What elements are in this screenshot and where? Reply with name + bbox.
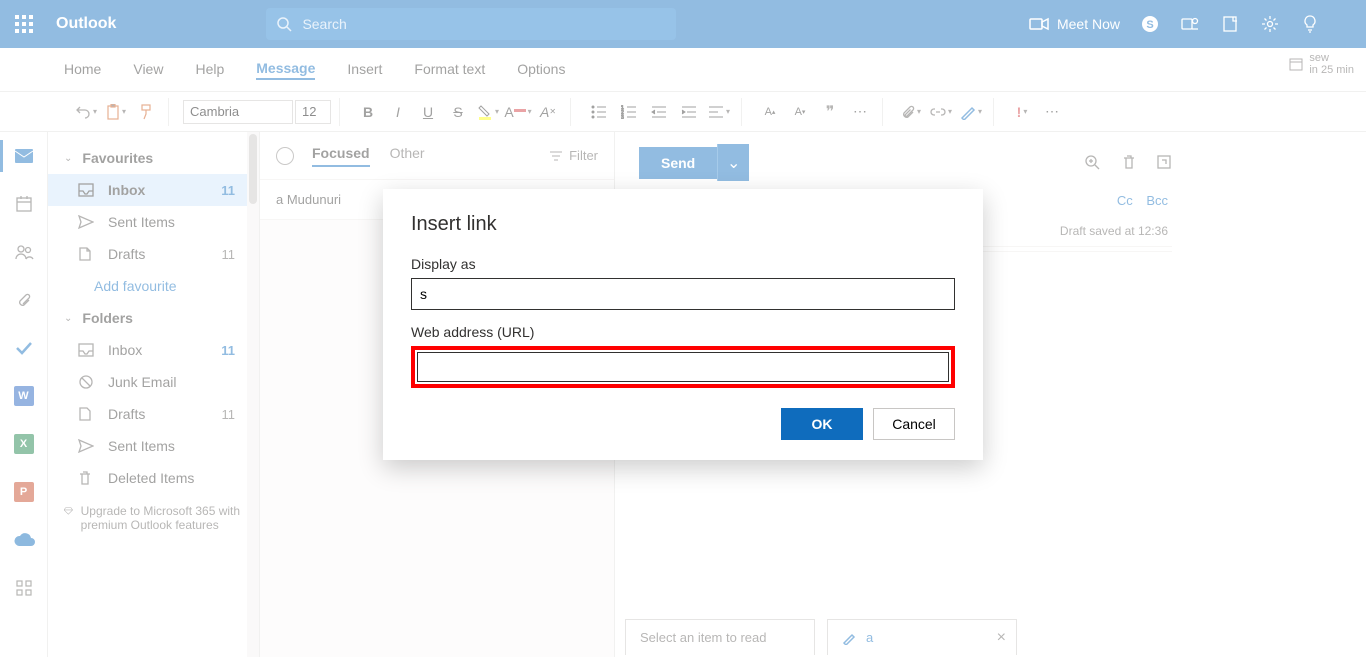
url-label: Web address (URL) (411, 324, 955, 340)
dialog-title: Insert link (411, 213, 955, 236)
url-input-highlight (411, 346, 955, 388)
ok-button[interactable]: OK (781, 408, 863, 440)
insert-link-dialog: Insert link Display as Web address (URL)… (383, 189, 983, 460)
display-as-label: Display as (411, 256, 955, 272)
url-input[interactable] (417, 352, 949, 382)
display-as-input[interactable] (411, 278, 955, 310)
cancel-button[interactable]: Cancel (873, 408, 955, 440)
